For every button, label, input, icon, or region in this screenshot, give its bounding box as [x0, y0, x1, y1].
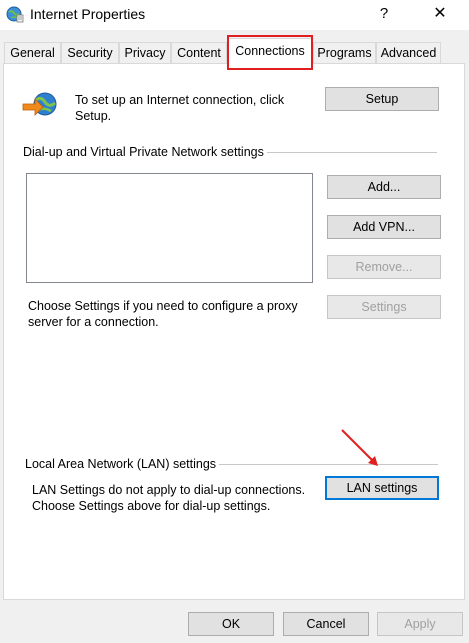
tab-privacy[interactable]: Privacy: [119, 42, 171, 64]
ok-button[interactable]: OK: [188, 612, 274, 636]
tab-security[interactable]: Security: [61, 42, 119, 64]
annotation-arrow-icon: [341, 429, 378, 466]
connections-list[interactable]: [26, 173, 313, 283]
internet-options-icon: [6, 6, 24, 23]
setup-button[interactable]: Setup: [325, 87, 439, 111]
remove-button[interactable]: Remove...: [327, 255, 441, 279]
lan-group-label: Local Area Network (LAN) settings: [25, 457, 220, 471]
proxy-note: Choose Settings if you need to configure…: [28, 299, 298, 329]
dialup-group-label: Dial-up and Virtual Private Network sett…: [23, 145, 267, 159]
connections-panel: [3, 63, 465, 600]
add-vpn-button[interactable]: Add VPN...: [327, 215, 441, 239]
window-title: Internet Properties: [30, 6, 146, 22]
help-icon[interactable]: ?: [374, 4, 394, 24]
tab-content[interactable]: Content: [171, 42, 227, 64]
cancel-button[interactable]: Cancel: [283, 612, 369, 636]
apply-button[interactable]: Apply: [377, 612, 463, 636]
lan-settings-button[interactable]: LAN settings: [325, 476, 439, 500]
tab-advanced[interactable]: Advanced: [376, 42, 441, 64]
lan-note: LAN Settings do not apply to dial-up con…: [32, 483, 306, 513]
tab-programs[interactable]: Programs: [313, 42, 376, 64]
add-button[interactable]: Add...: [327, 175, 441, 199]
close-icon[interactable]: ✕: [428, 3, 452, 25]
setup-description: To set up an Internet connection, click …: [75, 93, 285, 123]
tab-general[interactable]: General: [4, 42, 61, 64]
network-wizard-icon: [22, 92, 57, 116]
title-bar: Internet Properties ? ✕: [0, 0, 469, 30]
tab-connections[interactable]: Connections: [227, 38, 313, 65]
settings-button[interactable]: Settings: [327, 295, 441, 319]
